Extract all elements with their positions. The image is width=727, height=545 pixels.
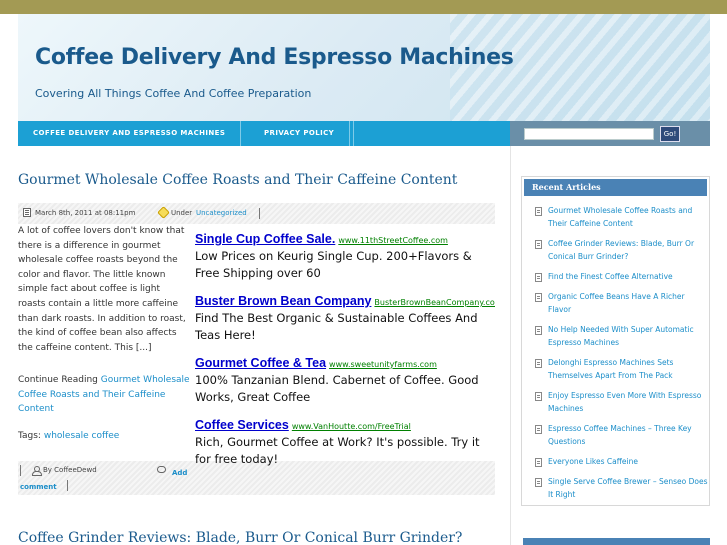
tag-icon — [157, 206, 170, 219]
tag-link[interactable]: wholesale coffee — [44, 431, 119, 441]
ad-title[interactable]: Gourmet Coffee & Tea — [195, 356, 326, 370]
document-icon — [535, 273, 542, 282]
sidebar-recent-articles: Recent Articles Gourmet Wholesale Coffee… — [521, 176, 710, 506]
ad-url[interactable]: www.sweetunityfarms.com — [329, 360, 437, 369]
recent-article-link[interactable]: Gourmet Wholesale Coffee Roasts and Thei… — [535, 205, 708, 231]
ad-title[interactable]: Coffee Services — [195, 418, 289, 432]
nav-divider — [353, 121, 354, 146]
site-description: Covering All Things Coffee And Coffee Pr… — [35, 87, 312, 100]
ad-title[interactable]: Single Cup Coffee Sale. — [195, 232, 335, 246]
ad-body: Find The Best Organic & Sustainable Coff… — [195, 311, 478, 342]
recent-article-link[interactable]: Enjoy Espresso Even More With Espresso M… — [535, 390, 708, 416]
ad-item: Gourmet Coffee & Tea www.sweetunityfarms.… — [195, 352, 495, 406]
next-post-title[interactable]: Coffee Grinder Reviews: Blade, Burr Or C… — [18, 530, 462, 545]
recent-article-link[interactable]: Find the Finest Coffee Alternative — [535, 271, 708, 284]
site-header: Coffee Delivery And Espresso Machines Co… — [18, 14, 710, 121]
ad-body: 100% Tanzanian Blend. Cabernet of Coffee… — [195, 373, 479, 404]
recent-article-link[interactable]: Organic Coffee Beans Have A Richer Flavo… — [535, 291, 708, 317]
ad-url[interactable]: BusterBrownBeanCompany.com — [374, 298, 495, 307]
add-comment-link[interactable]: Add comment — [20, 466, 195, 494]
ad-url[interactable]: www.11thStreetCoffee.com — [338, 236, 448, 245]
ad-body: Low Prices on Keurig Single Cup. 200+Fla… — [195, 249, 472, 280]
top-accent-bar — [0, 0, 727, 14]
ad-item: Coffee Services www.VanHoutte.com/FreeTri… — [195, 414, 495, 468]
column-divider — [510, 146, 511, 545]
post-tags: Tags: wholesale coffee — [18, 431, 119, 441]
site-title[interactable]: Coffee Delivery And Espresso Machines — [35, 45, 514, 70]
document-icon — [535, 392, 542, 401]
recent-article-link[interactable]: Coffee Grinder Reviews: Blade, Burr Or C… — [535, 238, 708, 264]
sidebar-heading: Recent Articles — [524, 179, 707, 196]
document-icon — [535, 240, 542, 249]
post-meta-bar: March 8th, 2011 at 08:11pm Under Uncateg… — [18, 203, 495, 224]
document-icon — [535, 207, 542, 216]
category-link[interactable]: Uncategorized — [196, 209, 247, 217]
recent-article-link[interactable]: Espresso Coffee Machines – Three Key Que… — [535, 423, 708, 449]
document-icon — [535, 293, 542, 302]
tags-label: Tags: — [18, 431, 41, 441]
search-input[interactable] — [524, 128, 654, 140]
document-icon — [535, 326, 542, 335]
document-icon — [535, 458, 542, 467]
post-title[interactable]: Gourmet Wholesale Coffee Roasts and Thei… — [18, 172, 457, 188]
search-button[interactable]: Go! — [660, 126, 680, 142]
recent-article-link[interactable]: No Help Needed With Super Automatic Espr… — [535, 324, 708, 350]
document-icon — [535, 425, 542, 434]
recent-article-link[interactable]: Delonghi Espresso Machines Sets Themselv… — [535, 357, 708, 383]
continue-reading: Continue Reading Gourmet Wholesale Coffe… — [18, 373, 190, 417]
ad-item: Buster Brown Bean Company BusterBrownBean… — [195, 290, 495, 344]
post-excerpt: A lot of coffee lovers don't know that t… — [18, 226, 186, 353]
meta-separator — [259, 208, 260, 219]
recent-article-link[interactable]: Everyone Likes Caffeine — [535, 456, 708, 469]
sidebar-next-heading — [523, 538, 710, 545]
search-area: Go! — [510, 121, 710, 146]
ad-item: Single Cup Coffee Sale. www.11thStreetCof… — [195, 228, 495, 282]
ad-body: Rich, Gourmet Coffee at Work? It's possi… — [195, 435, 480, 466]
document-icon — [535, 359, 542, 368]
nav-item-privacy-policy[interactable]: Privacy Policy — [249, 121, 351, 146]
recent-article-link[interactable]: Single Serve Coffee Brewer – Senseo Does… — [535, 476, 708, 502]
calendar-icon — [23, 208, 31, 217]
footer-separator-2 — [67, 480, 68, 491]
post-date: March 8th, 2011 at 08:11pm — [35, 209, 136, 217]
under-label: Under — [171, 209, 193, 217]
ad-block: Single Cup Coffee Sale. www.11thStreetCof… — [195, 228, 495, 476]
nav-item-home[interactable]: Coffee Delivery And Espresso Machines — [18, 121, 242, 146]
continue-prefix: Continue Reading — [18, 375, 98, 385]
ad-url[interactable]: www.VanHoutte.com/FreeTrial — [292, 422, 411, 431]
ad-title[interactable]: Buster Brown Bean Company — [195, 294, 371, 308]
document-icon — [535, 478, 542, 487]
